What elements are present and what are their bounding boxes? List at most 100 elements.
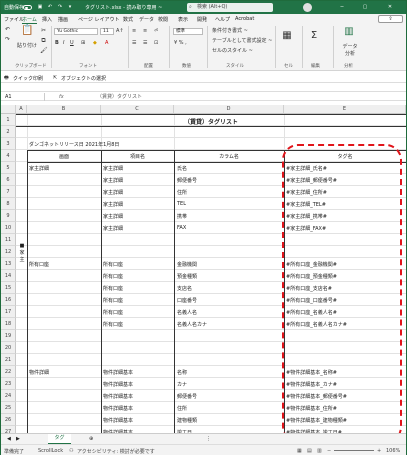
tab-home[interactable]: ホーム xyxy=(22,16,37,24)
cell-d[interactable]: 名義人名カナ xyxy=(177,321,207,328)
header-column[interactable]: カラム名 xyxy=(174,153,284,160)
cell-c[interactable]: 所有口座 xyxy=(103,321,123,328)
name-box[interactable]: A1 xyxy=(3,93,45,101)
tab-scroll-icon[interactable]: ⋮ xyxy=(206,436,211,442)
cell-d[interactable]: 口座番号 xyxy=(177,297,197,304)
row-header[interactable]: 12 xyxy=(1,246,16,258)
prev-sheet-icon[interactable]: ◀ xyxy=(7,436,11,442)
tab-data[interactable]: データ xyxy=(139,16,154,23)
tab-draw[interactable]: 描画 xyxy=(58,16,68,23)
row-header[interactable]: 27 xyxy=(1,426,16,433)
wrap-text-icon[interactable]: ⏎ xyxy=(154,28,158,34)
autosave-toggle[interactable] xyxy=(23,5,32,10)
cell-d[interactable]: 住所 xyxy=(177,405,187,412)
row-header[interactable]: 7 xyxy=(1,186,16,198)
edit-icon[interactable]: Σ xyxy=(308,31,320,44)
data-analysis-label[interactable]: データ 分析 xyxy=(341,43,359,57)
tab-insert[interactable]: 挿入 xyxy=(42,16,52,23)
add-sheet-icon[interactable]: ⊕ xyxy=(89,436,93,442)
row-header[interactable]: 23 xyxy=(1,378,16,390)
row-header[interactable]: 9 xyxy=(1,210,16,222)
row-header[interactable]: 22 xyxy=(1,366,16,378)
redo-icon[interactable]: ↷ xyxy=(57,4,63,10)
row-header[interactable]: 8 xyxy=(1,198,16,210)
search-box[interactable]: ⌕ 検索 (Alt+Q) xyxy=(187,3,273,12)
row-header[interactable]: 4 xyxy=(1,150,16,162)
align-center-icon[interactable]: ☰ xyxy=(143,40,147,46)
copy-icon[interactable]: ⧉ xyxy=(40,37,47,44)
number-format-select[interactable]: 標準 xyxy=(173,28,203,35)
cell-c[interactable]: 家主詳細 xyxy=(103,213,123,220)
formula-input[interactable]: （賃貸）タグリスト xyxy=(97,93,142,101)
select-icon[interactable]: ⇱ xyxy=(53,75,57,81)
share-button[interactable]: ⇪ xyxy=(378,15,403,23)
tab-formulas[interactable]: 数式 xyxy=(123,16,133,23)
minimize-icon[interactable]: ─ xyxy=(339,4,345,10)
row-header[interactable]: 10 xyxy=(1,222,16,234)
cell-style-button[interactable]: セルのスタイル ~ xyxy=(212,47,253,54)
column-header-a[interactable]: A xyxy=(16,105,27,114)
tab-acrobat[interactable]: Acrobat xyxy=(235,16,254,22)
header-item[interactable]: 項目名 xyxy=(101,153,174,160)
row-header[interactable]: 24 xyxy=(1,390,16,402)
zoom-in-icon[interactable]: + xyxy=(377,448,381,454)
select-all-corner[interactable] xyxy=(1,105,16,114)
view-layout-icon[interactable]: ▤ xyxy=(307,448,312,454)
row-header[interactable]: 16 xyxy=(1,294,16,306)
cell-c[interactable]: 所有口座 xyxy=(103,297,123,304)
cell-c[interactable]: 物件詳細基本 xyxy=(103,369,133,376)
cell-c[interactable]: 所有口座 xyxy=(103,273,123,280)
cell-c[interactable]: 家主詳細 xyxy=(103,189,123,196)
row-header[interactable]: 18 xyxy=(1,318,16,330)
cell-c[interactable]: 所有口座 xyxy=(103,285,123,292)
cell-d[interactable]: 支店名 xyxy=(177,285,192,292)
cell-d[interactable]: 金融機関 xyxy=(177,261,197,268)
row-header[interactable]: 6 xyxy=(1,174,16,186)
row-header[interactable]: 13 xyxy=(1,258,16,270)
row-header[interactable]: 2 xyxy=(1,126,16,138)
status-accessibility[interactable]: アクセシビリティ: 検討が必要です xyxy=(77,448,155,455)
font-color-icon[interactable]: A xyxy=(105,40,108,46)
row-header[interactable]: 11 xyxy=(1,234,16,246)
cell-d[interactable]: 郵便番号 xyxy=(177,177,197,184)
row-header[interactable]: 3 xyxy=(1,138,16,150)
bold-icon[interactable]: B xyxy=(55,40,59,46)
cell-c[interactable]: 家主詳細 xyxy=(103,201,123,208)
row-header[interactable]: 21 xyxy=(1,354,16,366)
cell-c[interactable]: 家主詳細 xyxy=(103,165,123,172)
accessibility-icon[interactable]: ⚇ xyxy=(69,448,73,454)
font-size-select[interactable]: 11 xyxy=(100,28,114,35)
cell-d[interactable]: 建物種類 xyxy=(177,417,197,424)
cell-d[interactable]: カナ xyxy=(177,381,187,388)
row-header[interactable]: 17 xyxy=(1,306,16,318)
customize-icon[interactable]: ▾ xyxy=(67,4,73,10)
row-header[interactable]: 19 xyxy=(1,330,16,342)
row-header[interactable]: 5 xyxy=(1,162,16,174)
tab-developer[interactable]: 開発 xyxy=(197,16,207,23)
save-icon[interactable]: ▣ xyxy=(37,4,43,10)
conditional-format-button[interactable]: 条件付き書式 ~ xyxy=(212,27,248,34)
cell-d[interactable]: 氏名 xyxy=(177,165,187,172)
column-header-c[interactable]: C xyxy=(101,105,174,114)
cell-c[interactable]: 家主詳細 xyxy=(103,177,123,184)
paste-label[interactable]: 貼り付け xyxy=(17,42,37,49)
quick-print-button[interactable]: クイック印刷 xyxy=(13,75,43,82)
zoom-slider[interactable] xyxy=(334,450,374,451)
close-icon[interactable]: ✕ xyxy=(387,4,393,10)
row-header[interactable]: 25 xyxy=(1,402,16,414)
align-top-icon[interactable]: ≡ xyxy=(132,28,136,34)
tab-page-layout[interactable]: ページ レイアウト xyxy=(78,16,120,23)
cell-c[interactable]: 所有口座 xyxy=(103,261,123,268)
cell-c[interactable]: 物件詳細基本 xyxy=(103,381,133,388)
row-header[interactable]: 20 xyxy=(1,342,16,354)
next-sheet-icon[interactable]: ▶ xyxy=(16,436,20,442)
format-painter-icon[interactable]: 🖌 xyxy=(40,47,48,54)
view-normal-icon[interactable]: ▦ xyxy=(297,448,302,454)
header-screen[interactable]: 画面 xyxy=(27,153,101,160)
tab-help[interactable]: ヘルプ xyxy=(215,16,230,23)
table-format-button[interactable]: テーブルとして書式設定 ~ xyxy=(212,37,272,44)
row-header[interactable]: 26 xyxy=(1,414,16,426)
cell-d[interactable]: 携帯 xyxy=(177,213,187,220)
cell-d[interactable]: TEL xyxy=(177,201,186,207)
zoom-out-icon[interactable]: − xyxy=(327,448,331,454)
